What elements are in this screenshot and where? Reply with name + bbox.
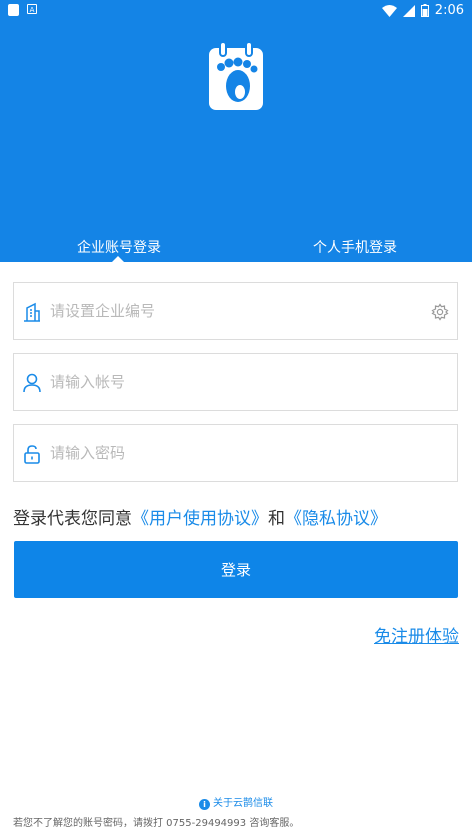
header-banner: A 2:06 企业账号登录 个人手机登录	[0, 0, 472, 262]
user-icon	[23, 373, 41, 393]
privacy-policy-link[interactable]: 《隐私协议》	[285, 509, 387, 529]
user-agreement-link[interactable]: 《用户使用协议》	[132, 509, 268, 529]
password-input[interactable]	[50, 425, 420, 481]
company-id-field	[13, 282, 458, 340]
notification-icon	[8, 4, 19, 16]
status-time: 2:06	[434, 3, 464, 18]
footprint-calendar-icon	[209, 41, 263, 110]
gear-icon[interactable]	[431, 303, 449, 321]
building-icon	[24, 302, 40, 322]
login-tabs: 企业账号登录 个人手机登录	[0, 232, 472, 262]
company-id-input[interactable]	[50, 283, 420, 339]
agreement-and: 和	[268, 509, 285, 529]
about-label: 关于云鹊信联	[213, 798, 273, 809]
info-icon: i	[199, 799, 210, 810]
signal-icon	[402, 4, 415, 17]
status-bar: A 2:06	[0, 0, 472, 22]
login-button[interactable]: 登录	[14, 541, 458, 598]
notification-a-icon: A	[27, 4, 37, 14]
account-field	[13, 353, 458, 411]
about-link[interactable]: i 关于云鹊信联	[0, 794, 472, 810]
tab-company-login[interactable]: 企业账号登录	[77, 237, 161, 257]
footer-help-text: 若您不了解您的账号密码，请拨打 0755-29494993 咨询客服。	[13, 818, 300, 829]
trial-register-link[interactable]: 免注册体验	[374, 622, 459, 647]
agreement-text: 登录代表您同意《用户使用协议》和《隐私协议》	[13, 504, 387, 529]
password-field	[13, 424, 458, 482]
tab-personal-login[interactable]: 个人手机登录	[313, 237, 397, 257]
active-tab-indicator	[112, 256, 124, 262]
lock-icon	[24, 445, 40, 464]
account-input[interactable]	[50, 354, 420, 410]
battery-icon	[420, 4, 429, 17]
agreement-prefix: 登录代表您同意	[13, 509, 132, 529]
wifi-icon	[381, 4, 397, 17]
